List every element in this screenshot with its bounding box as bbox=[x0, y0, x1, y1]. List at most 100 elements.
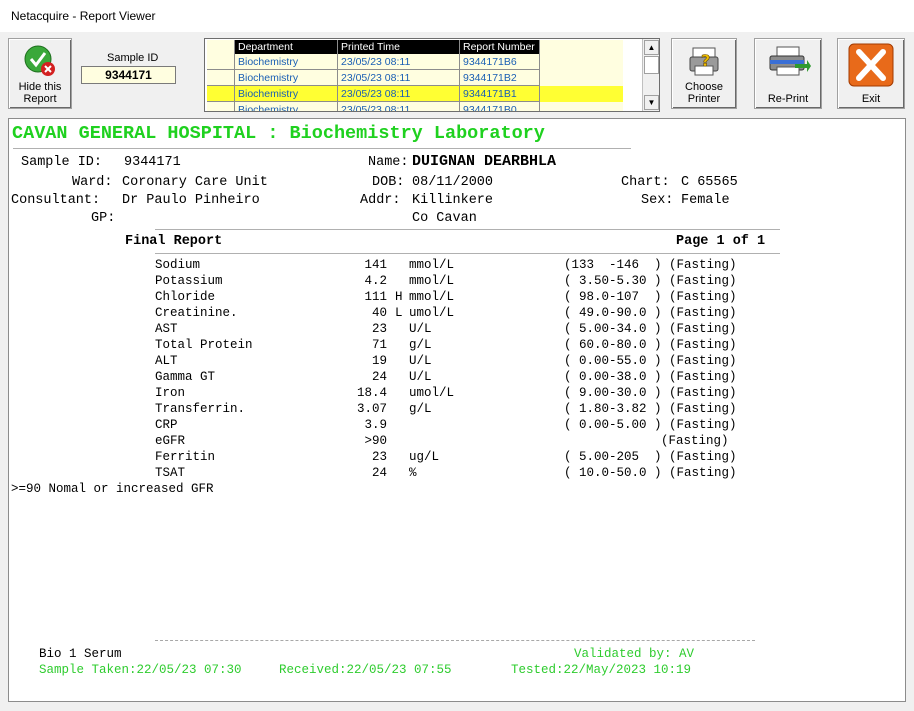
validated-by: Validated by: AV bbox=[574, 647, 695, 661]
table-row[interactable]: Biochemistry 23/05/23 08:11 9344171B2 bbox=[207, 69, 623, 86]
result-row: Total Protein 71 g/L ( 60.0-80.0 ) (Fasting) bbox=[9, 338, 889, 354]
test-unit: % bbox=[409, 466, 417, 480]
result-row: Potassium 4.2 mmol/L ( 3.50-5.30 ) (Fasting) bbox=[9, 274, 889, 290]
test-value: 18.4 bbox=[356, 386, 387, 400]
result-row: Creatinine. 40 Lumol/L ( 49.0-90.0 ) (Fastin… bbox=[9, 306, 889, 322]
title-bar: Netacquire - Report Viewer bbox=[0, 0, 914, 32]
report-list-table: Department Printed Time Report Number Bi… bbox=[207, 40, 623, 111]
reference-range: ( 5.00-34.0 ) bbox=[564, 322, 662, 336]
department-cell: Biochemistry bbox=[234, 85, 338, 102]
reference-range: ( 10.0-50.0 ) bbox=[564, 466, 662, 480]
department-cell: Biochemistry bbox=[234, 69, 338, 86]
test-unit: mmol/L bbox=[409, 290, 455, 304]
final-report-heading: Final Report bbox=[125, 234, 223, 249]
test-name: Iron bbox=[155, 386, 186, 400]
test-value: 40 bbox=[371, 306, 387, 320]
addr-line-1: Killinkere bbox=[412, 193, 494, 208]
result-row: AST 23 U/L ( 5.00-34.0 ) (Fasting) bbox=[9, 322, 889, 338]
sex-value: Female bbox=[681, 193, 730, 208]
printed-time-cell: 23/05/23 08:11 bbox=[337, 85, 460, 102]
exit-label: Exit bbox=[861, 93, 881, 105]
printed-time-header: Printed Time bbox=[337, 40, 460, 54]
test-unit: U/L bbox=[409, 354, 432, 368]
result-row: Iron 18.4 umol/L ( 9.00-30.0 ) (Fasting) bbox=[9, 386, 889, 402]
sex-label: Sex: bbox=[641, 193, 674, 208]
department-cell: Biochemistry bbox=[234, 54, 338, 70]
sample-id-label: Sample ID bbox=[107, 52, 159, 64]
table-row[interactable]: Biochemistry 23/05/23 08:11 9344171B0 bbox=[207, 101, 623, 111]
test-name: eGFR bbox=[155, 434, 186, 448]
test-value: 71 bbox=[371, 338, 387, 352]
test-name: Transferrin. bbox=[155, 402, 246, 416]
result-row: Ferritin 23 ug/L ( 5.00-205 ) (Fasting) bbox=[9, 450, 889, 466]
result-row: Sodium 141 mmol/L (133 -146 ) (Fasting) bbox=[9, 258, 889, 274]
test-value: 3.07 bbox=[356, 402, 387, 416]
table-row-selected[interactable]: Biochemistry 23/05/23 08:11 9344171B1 bbox=[207, 85, 623, 102]
exit-button[interactable]: Exit bbox=[837, 38, 905, 109]
report-list-grid[interactable]: Department Printed Time Report Number Bi… bbox=[204, 38, 660, 112]
sample-id-label: Sample ID: bbox=[21, 155, 103, 170]
printed-time-cell: 23/05/23 08:11 bbox=[337, 69, 460, 86]
test-name: Gamma GT bbox=[155, 370, 216, 384]
fasting-note: (Fasting) bbox=[669, 418, 737, 432]
scroll-thumb[interactable] bbox=[644, 56, 659, 74]
sample-id-field[interactable]: 9344171 bbox=[81, 66, 176, 84]
test-unit: mmol/L bbox=[409, 274, 455, 288]
ward-label: Ward: bbox=[72, 175, 113, 190]
result-row: CRP 3.9 ( 0.00-5.00 ) (Fasting) bbox=[9, 418, 889, 434]
dob-value: 08/11/2000 bbox=[412, 175, 494, 190]
chart-value: C 65565 bbox=[681, 175, 738, 190]
result-row: Transferrin. 3.07 g/L ( 1.80-3.82 ) (Fasting… bbox=[9, 402, 889, 418]
result-row: Chloride 111 Hmmol/L ( 98.0-107 ) (Fasting) bbox=[9, 290, 889, 306]
checkmark-icon bbox=[24, 45, 55, 76]
page-indicator: Page 1 of 1 bbox=[676, 234, 766, 249]
fasting-note: (Fasting) bbox=[661, 434, 729, 448]
fasting-note: (Fasting) bbox=[669, 338, 737, 352]
toolbar: Hide this Report Sample ID 9344171 Depar… bbox=[0, 32, 914, 114]
test-value: 141 bbox=[364, 258, 387, 272]
fasting-note: (Fasting) bbox=[669, 290, 737, 304]
test-value: 24 bbox=[371, 466, 387, 480]
grid-scrollbar[interactable]: ▲ ▼ bbox=[642, 39, 659, 111]
result-row: Gamma GT 24 U/L ( 0.00-38.0 ) (Fasting) bbox=[9, 370, 889, 386]
choose-printer-label-2: Printer bbox=[687, 93, 721, 105]
reference-range: ( 9.00-30.0 ) bbox=[564, 386, 662, 400]
test-name: Potassium bbox=[155, 274, 223, 288]
hospital-title: CAVAN GENERAL HOSPITAL : Biochemistry La… bbox=[12, 123, 545, 144]
test-name: Chloride bbox=[155, 290, 216, 304]
test-name: AST bbox=[155, 322, 178, 336]
name-label: Name: bbox=[368, 155, 409, 170]
reference-range: ( 0.00-5.00 ) bbox=[564, 418, 662, 432]
result-row: TSAT 24% ( 10.0-50.0 ) (Fasting) bbox=[9, 466, 889, 482]
report-document: CAVAN GENERAL HOSPITAL : Biochemistry La… bbox=[8, 118, 906, 702]
window-title: Netacquire - Report Viewer bbox=[11, 9, 156, 23]
hide-report-button[interactable]: Hide this Report bbox=[8, 38, 72, 109]
test-value: 24 bbox=[371, 370, 387, 384]
test-name: Ferritin bbox=[155, 450, 216, 464]
received-time: Received:22/05/23 07:55 bbox=[279, 663, 452, 677]
consultant-value: Dr Paulo Pinheiro bbox=[122, 193, 260, 208]
reference-range: ( 3.50-5.30 ) bbox=[564, 274, 662, 288]
reference-range: ( 5.00-205 ) bbox=[564, 450, 662, 464]
dob-label: DOB: bbox=[372, 175, 405, 190]
test-name: CRP bbox=[155, 418, 178, 432]
report-number-cell: 9344171B1 bbox=[459, 85, 540, 102]
table-row[interactable]: Biochemistry 23/05/23 08:11 9344171B6 bbox=[207, 54, 623, 70]
fasting-note: (Fasting) bbox=[669, 258, 737, 272]
test-unit: U/L bbox=[409, 322, 432, 336]
test-name: Sodium bbox=[155, 258, 201, 272]
test-unit: umol/L bbox=[409, 386, 455, 400]
hide-report-label-1: Hide this bbox=[18, 81, 62, 93]
test-name: TSAT bbox=[155, 466, 186, 480]
row-selector-header bbox=[207, 40, 235, 54]
choose-printer-button[interactable]: ? Choose Printer bbox=[671, 38, 737, 109]
fasting-note: (Fasting) bbox=[669, 274, 737, 288]
printed-time-cell: 23/05/23 08:11 bbox=[337, 101, 460, 111]
patient-name: DUIGNAN DEARBHLA bbox=[412, 153, 557, 170]
test-unit: ug/L bbox=[409, 450, 440, 464]
test-value: 3.9 bbox=[364, 418, 387, 432]
scroll-up-icon[interactable]: ▲ bbox=[644, 40, 659, 55]
scroll-down-icon[interactable]: ▼ bbox=[644, 95, 659, 110]
reprint-button[interactable]: Re-Print bbox=[754, 38, 822, 109]
ward-value: Coronary Care Unit bbox=[122, 175, 268, 190]
